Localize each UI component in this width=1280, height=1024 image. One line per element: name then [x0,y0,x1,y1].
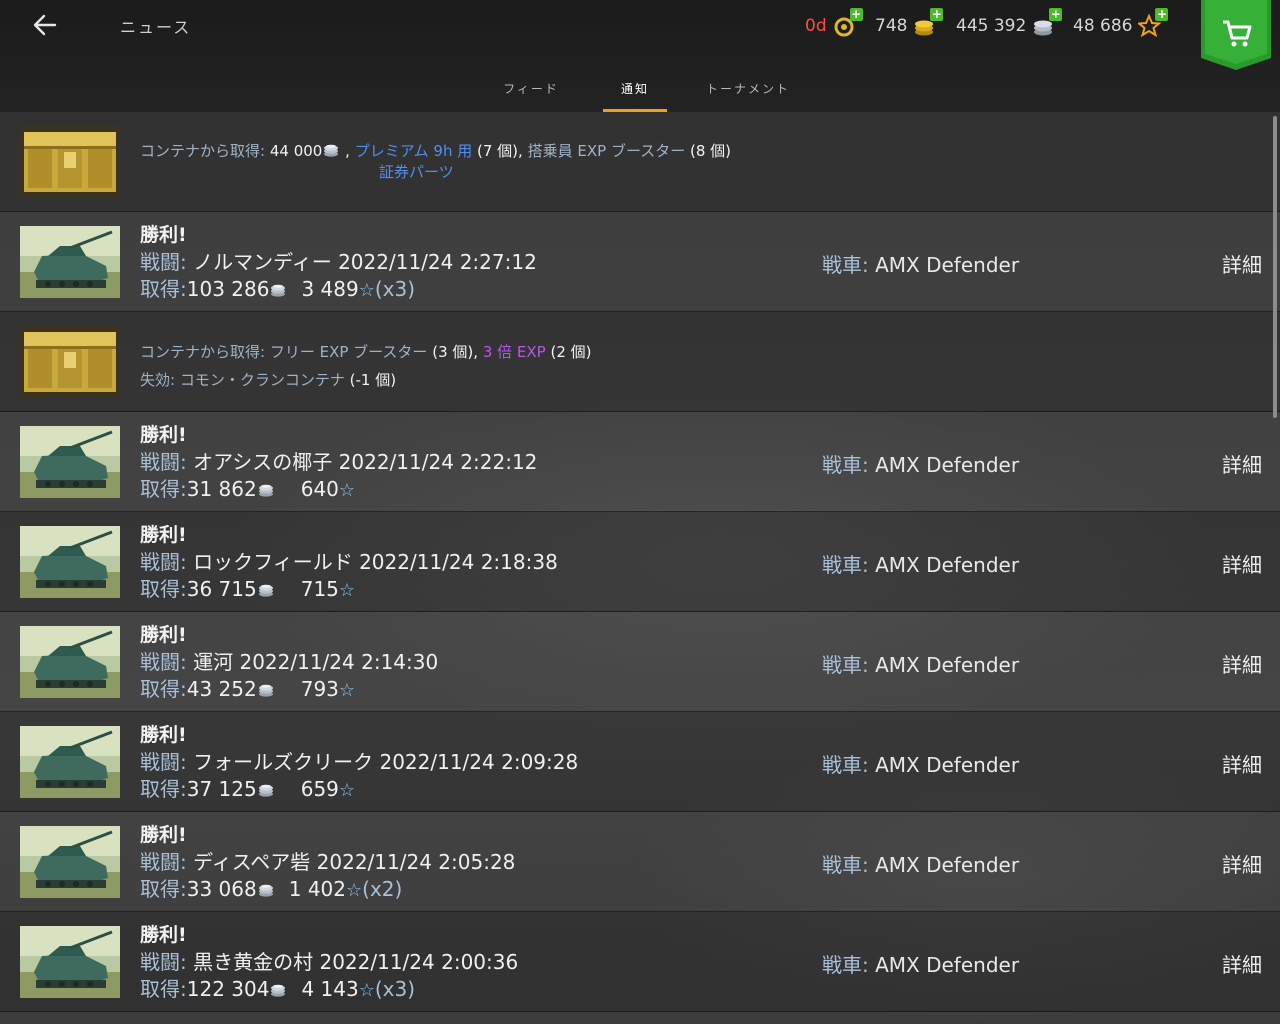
tank-name: 戦車: AMX Defender [822,953,1020,977]
gold-balance[interactable]: 748 + [875,8,944,40]
premium-icon: + [833,8,863,38]
premium-days: 0d [805,16,827,36]
tank-thumbnail [20,526,120,598]
xp-star-icon: ☆ [338,780,356,801]
gold-icon: + [913,8,944,38]
tab-tournament[interactable]: トーナメント [700,66,796,112]
xp-star-icon: ☆ [346,880,363,901]
plus-icon[interactable]: + [849,8,863,21]
plus-icon[interactable]: + [1155,8,1169,21]
xp-star-icon: ☆ [338,680,356,701]
battle-result: 勝利! [140,424,187,446]
list-item-battle[interactable]: 勝利! 戦闘: 運河 2022/11/24 2:14:30 取得:43 252 7… [0,612,1280,712]
battle-result: 勝利! [140,524,187,546]
tank-name: 戦車: AMX Defender [822,253,1020,277]
credit-coin-icon [257,683,275,697]
notification-list[interactable]: コンテナから取得: 44 000 , プレミアム 9h 用 (7 個), 搭乗員… [0,112,1280,1024]
top-bar: ニュース 0d + 748 + 445 392 + 48 686 + フィード … [0,0,1280,112]
shop-cart-icon [1201,0,1271,70]
tank-name: 戦車: AMX Defender [822,853,1020,877]
battle-result: 勝利! [140,924,187,946]
list-item-container-reward[interactable]: コンテナから取得: フリー EXP ブースター (3 個), 3 倍 EXP (… [0,312,1280,412]
tank-thumbnail [20,726,120,798]
credits-icon: + [1032,8,1063,38]
battle-result: 勝利! [140,724,187,746]
tank-name: 戦車: AMX Defender [822,453,1020,477]
tank-name: 戦車: AMX Defender [822,553,1020,577]
credit-coin-icon [257,483,275,497]
details-button[interactable]: 詳細 [1222,749,1262,778]
details-button[interactable]: 詳細 [1222,949,1262,978]
tank-thumbnail [20,826,120,898]
container-icon [20,326,120,398]
details-button[interactable]: 詳細 [1222,549,1262,578]
xp-star-icon: ☆ [338,480,356,501]
tank-name: 戦車: AMX Defender [822,653,1020,677]
details-button[interactable]: 詳細 [1222,249,1262,278]
details-button[interactable]: 詳細 [1222,449,1262,478]
gold-value: 748 [875,16,908,36]
battle-result: 勝利! [140,824,187,846]
credit-coin-icon [269,283,287,297]
scrollbar[interactable] [1273,116,1277,418]
list-item-battle[interactable]: 勝利! 戦闘: ロックフィールド 2022/11/24 2:18:38 取得:3… [0,512,1280,612]
credit-coin-icon [257,583,275,597]
list-item-battle[interactable]: 勝利! 戦闘: フォールズクリーク 2022/11/24 2:09:28 取得:… [0,712,1280,812]
credit-coin-icon [257,783,275,797]
credits-balance[interactable]: 445 392 + [956,8,1063,40]
premium-account[interactable]: 0d + [805,8,863,40]
tank-thumbnail [20,426,120,498]
plus-icon[interactable]: + [1049,8,1063,21]
details-button[interactable]: 詳細 [1222,849,1262,878]
tab-bar: フィード 通知 トーナメント [0,66,1280,112]
list-item-battle[interactable]: 勝利! 戦闘: オアシスの椰子 2022/11/24 2:22:12 取得:31… [0,412,1280,512]
plus-icon[interactable]: + [930,8,944,21]
list-item-battle[interactable]: 勝利! 戦闘: ディスペア砦 2022/11/24 2:05:28 取得:33 … [0,812,1280,912]
shop-button[interactable] [1201,0,1271,70]
credit-coin-icon [322,143,340,157]
container-icon [20,126,120,198]
list-item-container-reward[interactable]: コンテナから取得: 44 000 , プレミアム 9h 用 (7 個), 搭乗員… [0,112,1280,212]
battle-result: 勝利! [140,224,187,246]
tank-thumbnail [20,926,120,998]
credit-coin-icon [269,983,287,997]
battle-result: 勝利! [140,624,187,646]
details-button[interactable]: 詳細 [1222,649,1262,678]
tab-notifications[interactable]: 通知 [603,66,667,112]
free-xp-balance[interactable]: 48 686 + [1073,8,1169,40]
xp-star-icon: ☆ [358,980,375,1001]
xp-star-icon: ☆ [358,280,375,301]
container-reward-text: コンテナから取得: 44 000 , プレミアム 9h 用 (7 個), 搭乗員… [140,142,732,181]
tank-thumbnail [20,626,120,698]
free-xp-icon: + [1136,8,1169,38]
credit-coin-icon [257,883,275,897]
xp-star-icon: ☆ [338,580,356,601]
currency-bar: 0d + 748 + 445 392 + 48 686 + [0,8,1280,42]
tank-name: 戦車: AMX Defender [822,753,1020,777]
container-reward-text: コンテナから取得: フリー EXP ブースター (3 個), 3 倍 EXP (… [140,343,592,389]
tank-thumbnail [20,226,120,298]
list-item-battle[interactable]: 勝利! 戦闘: 黒き黄金の村 2022/11/24 2:00:36 取得:122… [0,912,1280,1012]
credits-value: 445 392 [956,16,1027,36]
free-xp-value: 48 686 [1073,16,1133,36]
list-item-battle[interactable]: 勝利! 戦闘: ノルマンディー 2022/11/24 2:27:12 取得:10… [0,212,1280,312]
tab-feed[interactable]: フィード [496,66,566,112]
